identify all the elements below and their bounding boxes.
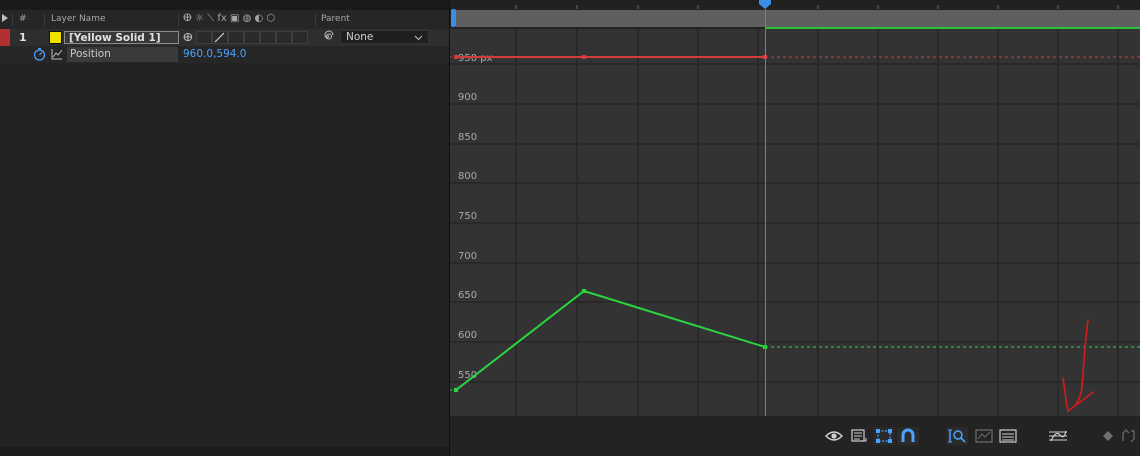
annotation-arrow-icon: [1062, 319, 1094, 413]
3d-layer-switch[interactable]: [292, 31, 308, 44]
layer-color-swatch: [49, 31, 62, 44]
graph-toolbar: [450, 416, 1140, 456]
col-separator: [12, 13, 13, 26]
effects-switch[interactable]: [228, 31, 244, 44]
y-keyframe-1[interactable]: [454, 388, 458, 392]
separate-dimensions-icon[interactable]: [1120, 427, 1138, 445]
time-ruler[interactable]: [450, 0, 1140, 10]
adjustment-switch[interactable]: [276, 31, 292, 44]
position-y-value[interactable]: 594.0: [216, 48, 246, 60]
playhead-stem: [765, 9, 766, 29]
graph-editor[interactable]: 950 px 900 850 800 750 700 650 600 550: [450, 29, 1140, 417]
property-value[interactable]: 960.0,594.0: [183, 47, 246, 60]
graph-toggle-icon[interactable]: [51, 48, 63, 63]
layer-panel: [0, 0, 449, 456]
tick-label-600: 600: [458, 330, 477, 341]
col-number[interactable]: #: [19, 14, 27, 24]
work-area-start-handle[interactable]: [451, 9, 456, 27]
quality-switch[interactable]: [212, 31, 228, 44]
layer-label-color[interactable]: [0, 29, 10, 46]
collapse-arrow-icon[interactable]: [1, 13, 9, 26]
properties-list-icon[interactable]: [849, 427, 869, 445]
pick-whip-icon[interactable]: [321, 30, 334, 46]
col-parent[interactable]: Parent: [321, 14, 350, 24]
quality-slash-icon: [214, 32, 225, 43]
col-separator: [315, 13, 316, 26]
layer-row[interactable]: 1 [Yellow Solid 1] ⴲ None: [0, 29, 449, 46]
eye-icon[interactable]: [824, 427, 844, 445]
tick-label-800: 800: [458, 171, 477, 182]
property-row[interactable]: Position 960.0,594.0: [0, 46, 449, 63]
property-name[interactable]: Position: [67, 47, 178, 62]
y-keyframe-2[interactable]: [582, 289, 586, 293]
frame-blend-switch[interactable]: [244, 31, 260, 44]
tick-label-850: 850: [458, 132, 477, 143]
fit-all-icon[interactable]: [973, 427, 995, 445]
motion-blur-switch[interactable]: [260, 31, 276, 44]
parent-dropdown-value: None: [346, 31, 374, 43]
fit-zoom-icon[interactable]: [946, 427, 968, 445]
x-keyframe-2[interactable]: [582, 55, 586, 59]
tick-label-950: 950 px: [458, 53, 493, 64]
keyframe-icon[interactable]: [1100, 427, 1116, 445]
layer-index: 1: [19, 31, 27, 44]
position-x-value[interactable]: 960.0: [183, 48, 213, 60]
col-layer-name[interactable]: Layer Name: [51, 14, 106, 24]
col-separator: [44, 13, 45, 26]
parent-dropdown[interactable]: None: [340, 30, 429, 44]
tick-label-650: 650: [458, 290, 477, 301]
column-header: # Layer Name ⴲ ☼ ⟍ fx ▣ ◍ ◐ ⬡ Parent: [0, 10, 449, 30]
playhead-marker-icon[interactable]: [759, 0, 771, 9]
stopwatch-icon[interactable]: [33, 47, 46, 64]
chevron-down-icon: [414, 35, 423, 41]
snap-icon[interactable]: [897, 427, 919, 445]
tick-label-700: 700: [458, 251, 477, 262]
graph-type-icon[interactable]: [997, 427, 1019, 445]
work-area-bar[interactable]: [456, 10, 1140, 27]
layer-name[interactable]: [Yellow Solid 1]: [64, 31, 179, 44]
col-switches[interactable]: ⴲ ☼ ⟍ fx ▣ ◍ ◐ ⬡: [183, 13, 275, 24]
panel-top-strip: [0, 0, 449, 10]
collapse-switch[interactable]: [196, 31, 212, 44]
col-separator: [178, 13, 179, 26]
tick-label-900: 900: [458, 92, 477, 103]
tick-label-750: 750: [458, 211, 477, 222]
shy-switch-icon[interactable]: ⴲ: [183, 31, 193, 44]
easy-ease-icon[interactable]: [1047, 427, 1069, 445]
panel-bottom-bar: [0, 447, 449, 456]
transform-box-icon[interactable]: [873, 427, 895, 445]
x-keyframe-1[interactable]: [454, 55, 458, 59]
